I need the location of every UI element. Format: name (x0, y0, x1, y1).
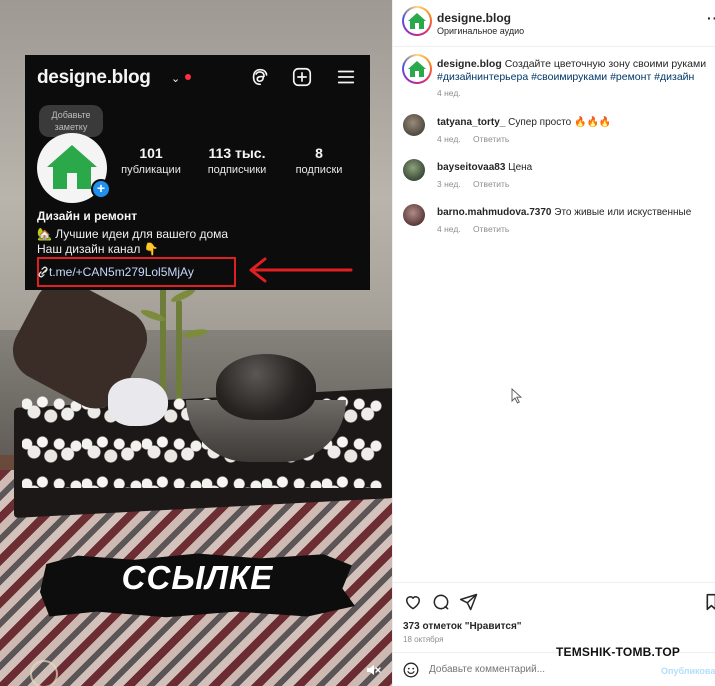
more-icon[interactable]: ··· (707, 10, 715, 26)
stat-label: публикации (121, 164, 181, 176)
post-date: 18 октября (403, 635, 444, 644)
bio-line: Наш дизайн канал 👇 (37, 242, 159, 256)
post-details-panel: designe.blog Оригинальное аудио ··· desi… (392, 0, 715, 686)
post-caption: designe.blog Создайте цветочную зону сво… (437, 58, 707, 84)
likes-count[interactable]: 373 отметок "Нравится" (403, 621, 522, 632)
video-caption-word: ССЫЛКЕ (121, 559, 274, 596)
commenter-avatar[interactable] (403, 204, 425, 226)
avatar-image (404, 56, 430, 82)
reply-button[interactable]: Ответить (473, 134, 509, 144)
comment-meta: 4 нед. Ответить (437, 224, 519, 234)
comment-time: 3 нед. (437, 179, 461, 189)
author-avatar[interactable] (402, 6, 432, 36)
publish-button[interactable]: Опубликовать (661, 666, 715, 676)
commenter-username[interactable]: bayseitovaa83 (437, 162, 505, 173)
site-watermark: TEMSHIK-TOMB.TOP (556, 645, 681, 659)
bio-line: 🏡 Лучшие идеи для вашего дома (37, 227, 229, 241)
comment-body: Это живые или искуственные (554, 207, 692, 218)
stat-following: 8 подписки (287, 145, 351, 176)
caption-username[interactable]: designe.blog (437, 58, 502, 70)
commenter-avatar[interactable] (403, 114, 425, 136)
house-logo-icon (408, 13, 426, 29)
stat-value: 8 (315, 145, 323, 161)
stat-posts: 101 публикации (119, 145, 183, 176)
bio-link: t.me/+CAN5m279Lol5MjAy (49, 265, 194, 279)
comment-time: 4 нед. (437, 224, 461, 234)
stat-label: подписчики (207, 164, 267, 176)
avatar-image (404, 8, 430, 34)
author-username[interactable]: designe.blog (437, 11, 511, 25)
comment-icon[interactable] (431, 592, 451, 612)
link-icon (38, 266, 48, 278)
mouse-cursor-icon (511, 388, 523, 404)
notification-dot (185, 74, 191, 80)
comment-input[interactable] (429, 664, 629, 675)
stat-value: 101 (139, 145, 163, 161)
comment-meta: 4 нед. Ответить (437, 134, 519, 144)
original-audio-link[interactable]: Оригинальное аудио (437, 26, 524, 36)
divider (393, 46, 715, 47)
reply-button[interactable]: Ответить (473, 179, 509, 189)
video-gloved-hand (108, 378, 168, 426)
menu-icon (337, 70, 355, 84)
commenter-username[interactable]: tatyana_torty_ (437, 117, 505, 128)
add-story-icon: + (91, 179, 111, 199)
caption-body: Создайте цветочную зону своими руками (504, 58, 707, 70)
video-logo-icon (30, 660, 58, 686)
comment-text: bayseitovaa83 Цена (437, 162, 532, 173)
caption-author-avatar[interactable] (402, 54, 432, 84)
commenter-avatar[interactable] (403, 159, 425, 181)
stat-value: 113 тыс. (208, 145, 266, 161)
profile-screenshot-overlay: designe.blog ⌄ Добавьте заметку + 101 пу… (25, 55, 370, 290)
chevron-down-icon: ⌄ (171, 73, 181, 85)
overlay-username: designe.blog (37, 67, 151, 88)
video-fountain-sphere (216, 354, 316, 420)
emoji-icon[interactable] (403, 662, 419, 678)
comment-body: Супер просто 🔥🔥🔥 (508, 117, 612, 128)
mute-icon[interactable] (364, 661, 382, 679)
caption-hashtags[interactable]: #дизайнинтерьера #своимируками #ремонт #… (437, 71, 694, 83)
caption-time: 4 нед. (437, 88, 461, 98)
share-icon[interactable] (459, 592, 479, 612)
bio-name: Дизайн и ремонт (37, 209, 138, 223)
stat-followers: 113 тыс. подписчики (197, 145, 277, 176)
commenter-username[interactable]: barno.mahmudova.7370 (437, 207, 551, 218)
stat-label: подписки (295, 164, 343, 176)
comment-time: 4 нед. (437, 134, 461, 144)
divider (393, 582, 715, 583)
comment-body: Цена (508, 162, 533, 173)
comment-text: tatyana_torty_ Супер просто 🔥🔥🔥 (437, 117, 611, 128)
heart-icon[interactable] (403, 592, 423, 612)
comment-text: barno.mahmudova.7370 Это живые или искус… (437, 207, 691, 218)
comment-meta: 3 нед. Ответить (437, 179, 519, 189)
save-icon[interactable] (705, 592, 715, 612)
reel-video[interactable]: designe.blog ⌄ Добавьте заметку + 101 пу… (0, 0, 392, 686)
add-post-icon (292, 67, 312, 87)
bio-link-highlight: t.me/+CAN5m279Lol5MjAy (37, 257, 236, 287)
instagram-post-view: designe.blog ⌄ Добавьте заметку + 101 пу… (0, 0, 715, 686)
threads-icon (252, 68, 268, 86)
red-arrow-icon (249, 257, 353, 283)
house-logo-icon (408, 61, 426, 77)
reply-button[interactable]: Ответить (473, 224, 509, 234)
